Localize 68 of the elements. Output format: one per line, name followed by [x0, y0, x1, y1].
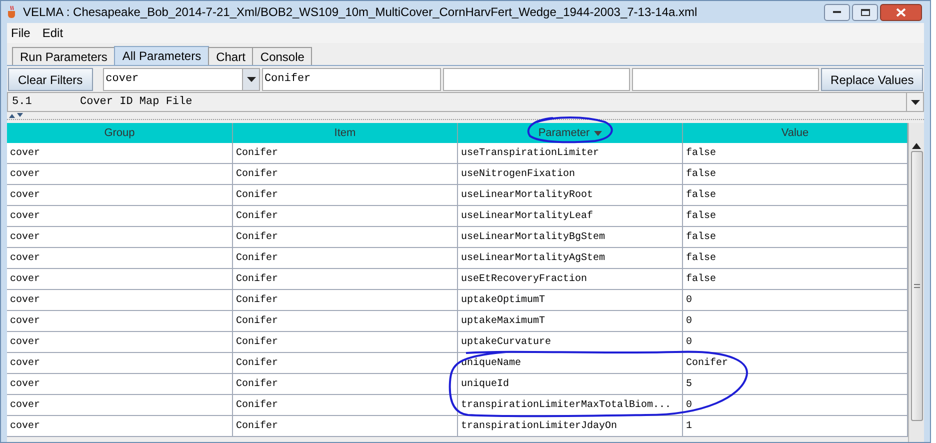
- table-cell: cover: [7, 143, 233, 163]
- table-cell: Conifer: [233, 206, 458, 226]
- value-filter-field[interactable]: [632, 68, 820, 91]
- splitter-arrows-icon[interactable]: [9, 113, 23, 118]
- table-cell: useLinearMortalityLeaf: [458, 206, 683, 226]
- table-cell: Conifer: [233, 332, 458, 352]
- table-cell: Conifer: [233, 395, 458, 415]
- table-cell: cover: [7, 227, 233, 247]
- table-cell: cover: [7, 164, 233, 184]
- replace-values-button[interactable]: Replace Values: [821, 68, 923, 91]
- scroll-up-arrow-icon[interactable]: [912, 143, 921, 149]
- caret-icon: [246, 77, 256, 82]
- item-filter-field[interactable]: Conifer: [262, 68, 442, 91]
- sort-arrow-icon: [594, 130, 602, 136]
- table-cell: useNitrogenFixation: [458, 164, 683, 184]
- table-cell: Conifer: [233, 248, 458, 268]
- clear-filters-button[interactable]: Clear Filters: [8, 68, 93, 91]
- table-cell: cover: [7, 248, 233, 268]
- tab[interactable]: All Parameters: [114, 46, 210, 65]
- menu-item[interactable]: Edit: [42, 24, 64, 42]
- table-cell: uniqueName: [458, 353, 683, 373]
- table-cell: useLinearMortalityBgStem: [458, 227, 683, 247]
- close-button[interactable]: [880, 4, 922, 20]
- table-cell: Conifer: [233, 269, 458, 289]
- table-cell: uniqueId: [458, 374, 683, 394]
- table-cell: cover: [7, 374, 233, 394]
- group-filter-dropdown[interactable]: cover: [102, 68, 260, 91]
- table-cell: cover: [7, 311, 233, 331]
- caret-icon: [910, 100, 920, 104]
- close-icon: [896, 8, 906, 16]
- parameter-info-dropdown[interactable]: 5.1 Cover ID Map File: [7, 92, 924, 112]
- table-cell: cover: [7, 206, 233, 226]
- maximize-button[interactable]: [852, 4, 878, 20]
- window-title: VELMA : Chesapeake_Bob_2014-7-21_Xml/BOB2_WS109_10m_MultiCover_CornHarvFert_Wedge_1944-2003_7-13-14a.xml: [23, 4, 698, 21]
- table-cell: cover: [7, 290, 233, 310]
- maximize-icon: [860, 8, 870, 16]
- table-cell: cover: [7, 332, 233, 352]
- table-cell: useLinearMortalityRoot: [458, 185, 683, 205]
- parameter-filter-field[interactable]: [443, 68, 630, 91]
- table-cell: Conifer: [233, 353, 458, 373]
- table-cell: cover: [7, 185, 233, 205]
- tab[interactable]: Console: [252, 47, 312, 65]
- tab[interactable]: Run Parameters: [12, 47, 116, 65]
- table-cell: cover: [7, 416, 233, 436]
- table-cell: useTranspirationLimiter: [458, 143, 683, 163]
- table-cell: useLinearMortalityAgStem: [458, 248, 683, 268]
- menu-item[interactable]: File: [11, 24, 30, 42]
- table-cell: Conifer: [233, 227, 458, 247]
- table-cell: cover: [7, 395, 233, 415]
- table-cell: Conifer: [233, 416, 458, 436]
- table-cell: Conifer: [233, 143, 458, 163]
- table-cell: transpirationLimiterMaxTotalBiom...: [458, 395, 683, 415]
- table-cell: uptakeOptimumT: [458, 290, 683, 310]
- table-cell: cover: [7, 353, 233, 373]
- table-cell: Conifer: [233, 290, 458, 310]
- table-cell: uptakeCurvature: [458, 332, 683, 352]
- table-cell: Conifer: [233, 164, 458, 184]
- table-cell: Conifer: [233, 185, 458, 205]
- table-cell: transpirationLimiterJdayOn: [458, 416, 683, 436]
- table-cell: Conifer: [233, 374, 458, 394]
- table-cell: cover: [7, 269, 233, 289]
- vertical-scrollbar[interactable]: [908, 123, 924, 442]
- table-cell: uptakeMaximumT: [458, 311, 683, 331]
- table-cell: useEtRecoveryFraction: [458, 269, 683, 289]
- minimize-icon: [833, 11, 841, 13]
- tab[interactable]: Chart: [208, 47, 254, 65]
- table-cell: Conifer: [233, 311, 458, 331]
- minimize-button[interactable]: [824, 4, 850, 20]
